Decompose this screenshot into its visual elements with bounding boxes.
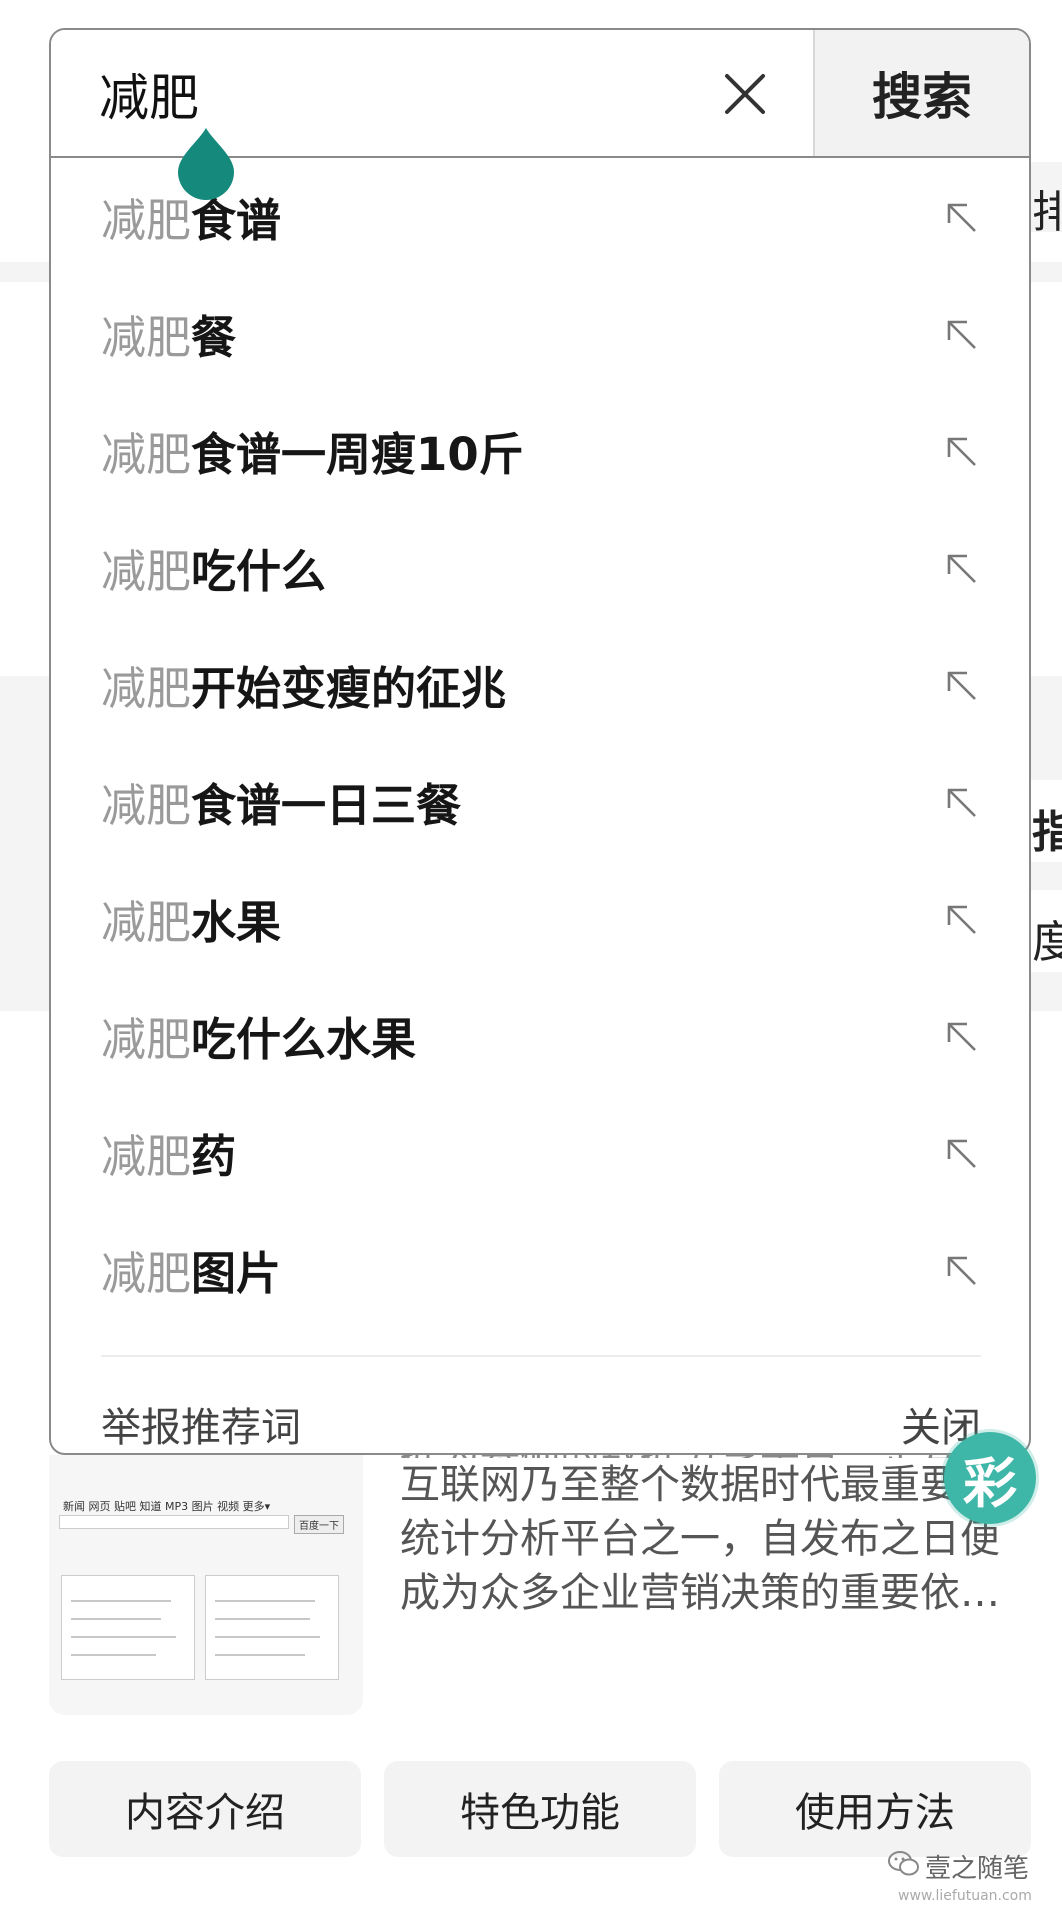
arrow-up-left-icon[interactable] bbox=[941, 197, 981, 237]
arrow-up-left-icon[interactable] bbox=[941, 1016, 981, 1056]
suggestion-text: 减肥开始变瘦的征兆 bbox=[101, 652, 506, 717]
tab-usage[interactable]: 使用方法 bbox=[719, 1761, 1031, 1857]
arrow-up-left-icon[interactable] bbox=[941, 782, 981, 822]
background-edge-text: 指 bbox=[1032, 807, 1062, 858]
suggestion-prefix: 减肥 bbox=[101, 545, 192, 598]
clear-button[interactable] bbox=[711, 60, 779, 128]
suggestion-item[interactable]: 减肥药 bbox=[51, 1094, 1029, 1211]
suggestion-prefix: 减肥 bbox=[101, 662, 192, 715]
suggestion-completion: 餐 bbox=[191, 311, 237, 364]
search-input[interactable] bbox=[99, 52, 699, 136]
thumbnail-line bbox=[71, 1600, 171, 1602]
thumbnail-line bbox=[71, 1654, 156, 1656]
watermark-name: 壹之随笔 bbox=[925, 1854, 1030, 1884]
background-edge-text: 度 bbox=[1032, 917, 1062, 968]
thumbnail-line bbox=[71, 1636, 176, 1638]
wechat-icon bbox=[888, 1851, 919, 1876]
divider bbox=[101, 1355, 981, 1357]
suggestion-text: 减肥吃什么水果 bbox=[101, 1003, 416, 1068]
background-edge-text: 排 bbox=[1032, 187, 1062, 238]
article-thumbnail[interactable]: 新闻 网页 贴吧 知道 MP3 图片 视频 更多▾ 百度一下 bbox=[49, 1455, 363, 1715]
thumbnail-panel bbox=[61, 1575, 195, 1680]
arrow-up-left-icon[interactable] bbox=[941, 665, 981, 705]
suggestion-completion: 药 bbox=[191, 1130, 237, 1183]
watermark-url: www.liefutuan.com bbox=[898, 1888, 1032, 1904]
arrow-up-left-icon[interactable] bbox=[941, 548, 981, 588]
suggestion-item[interactable]: 减肥食谱一日三餐 bbox=[51, 743, 1029, 860]
thumbnail-search-box bbox=[59, 1515, 289, 1529]
article-line: 成为众多企业营销决策的重要依… bbox=[400, 1570, 1000, 1616]
suggestion-text: 减肥食谱一日三餐 bbox=[101, 769, 461, 834]
suggestion-prefix: 减肥 bbox=[101, 311, 192, 364]
thumbnail-nav-text: 新闻 网页 贴吧 知道 MP3 图片 视频 更多▾ bbox=[63, 1500, 271, 1513]
suggestion-text: 减肥食谱一周瘦10斤 bbox=[101, 418, 524, 483]
tab-intro[interactable]: 内容介绍 bbox=[49, 1761, 361, 1857]
thumbnail-line bbox=[215, 1654, 305, 1656]
article-summary: 据为基础的数据分享平台，是互的 互联网乃至整个数据时代最重要的 统计分析平台之一… bbox=[400, 1432, 1030, 1620]
arrow-up-left-icon[interactable] bbox=[941, 899, 981, 939]
suggestion-completion: 水果 bbox=[191, 896, 282, 949]
search-button[interactable]: 搜索 bbox=[813, 30, 1029, 156]
article-line: 互联网乃至整个数据时代最重要的 bbox=[400, 1462, 1000, 1508]
article-line: 统计分析平台之一，自发布之日便 bbox=[400, 1516, 1000, 1562]
suggestion-prefix: 减肥 bbox=[101, 779, 192, 832]
suggestion-item[interactable]: 减肥图片 bbox=[51, 1211, 1029, 1328]
suggestion-item[interactable]: 减肥开始变瘦的征兆 bbox=[51, 626, 1029, 743]
suggestion-prefix: 减肥 bbox=[101, 428, 192, 481]
arrow-up-left-icon[interactable] bbox=[941, 1250, 981, 1290]
thumbnail-panel bbox=[205, 1575, 339, 1680]
arrow-up-left-icon[interactable] bbox=[941, 431, 981, 471]
arrow-up-left-icon[interactable] bbox=[941, 314, 981, 354]
search-suggestion-dropdown: 搜索 减肥食谱 减肥餐 减肥食谱一周瘦10斤 减肥吃什么 减肥开始变瘦的征兆 bbox=[49, 28, 1031, 1455]
suggestion-prefix: 减肥 bbox=[101, 194, 192, 247]
thumbnail-line bbox=[71, 1618, 161, 1620]
suggestion-prefix: 减肥 bbox=[101, 896, 192, 949]
suggestion-item[interactable]: 减肥吃什么水果 bbox=[51, 977, 1029, 1094]
suggestion-list: 减肥食谱 减肥餐 减肥食谱一周瘦10斤 减肥吃什么 减肥开始变瘦的征兆 减肥食谱… bbox=[51, 158, 1029, 1328]
suggestion-completion: 食谱一日三餐 bbox=[191, 779, 462, 832]
suggestion-completion: 开始变瘦的征兆 bbox=[191, 662, 507, 715]
suggestion-item[interactable]: 减肥食谱一周瘦10斤 bbox=[51, 392, 1029, 509]
close-icon bbox=[725, 74, 765, 114]
suggestion-prefix: 减肥 bbox=[101, 1013, 192, 1066]
suggestion-completion: 吃什么 bbox=[191, 545, 327, 598]
suggestion-completion: 食谱一周瘦10斤 bbox=[191, 428, 524, 481]
report-suggestions-link[interactable]: 举报推荐词 bbox=[101, 1395, 301, 1453]
thumbnail-line bbox=[215, 1600, 315, 1602]
suggestion-prefix: 减肥 bbox=[101, 1247, 192, 1300]
content-tabs: 内容介绍 特色功能 使用方法 bbox=[49, 1761, 1031, 1857]
text-cursor-handle[interactable] bbox=[174, 126, 238, 200]
suggestion-completion: 食谱 bbox=[191, 194, 282, 247]
suggestion-text: 减肥水果 bbox=[101, 886, 281, 951]
suggestion-prefix: 减肥 bbox=[101, 1130, 192, 1183]
suggestion-item[interactable]: 减肥餐 bbox=[51, 275, 1029, 392]
suggestion-text: 减肥餐 bbox=[101, 301, 236, 366]
watermark: 壹之随笔 www.liefutuan.com bbox=[880, 1848, 1060, 1908]
thumbnail-search-button: 百度一下 bbox=[294, 1515, 344, 1534]
thumbnail-line bbox=[215, 1618, 310, 1620]
suggestion-text: 减肥图片 bbox=[101, 1237, 281, 1302]
tab-features[interactable]: 特色功能 bbox=[384, 1761, 696, 1857]
suggestion-item[interactable]: 减肥水果 bbox=[51, 860, 1029, 977]
suggestion-completion: 吃什么水果 bbox=[191, 1013, 417, 1066]
arrow-up-left-icon[interactable] bbox=[941, 1133, 981, 1173]
thumbnail-line bbox=[215, 1636, 320, 1638]
suggestion-text: 减肥药 bbox=[101, 1120, 236, 1185]
suggestion-text: 减肥吃什么 bbox=[101, 535, 326, 600]
floating-badge[interactable]: 彩 bbox=[944, 1432, 1036, 1524]
suggestion-item[interactable]: 减肥吃什么 bbox=[51, 509, 1029, 626]
page: 排 指 度 搜索 减肥食谱 减肥餐 减肥食谱一周瘦10斤 bbox=[0, 0, 1062, 1914]
suggestion-completion: 图片 bbox=[191, 1247, 282, 1300]
